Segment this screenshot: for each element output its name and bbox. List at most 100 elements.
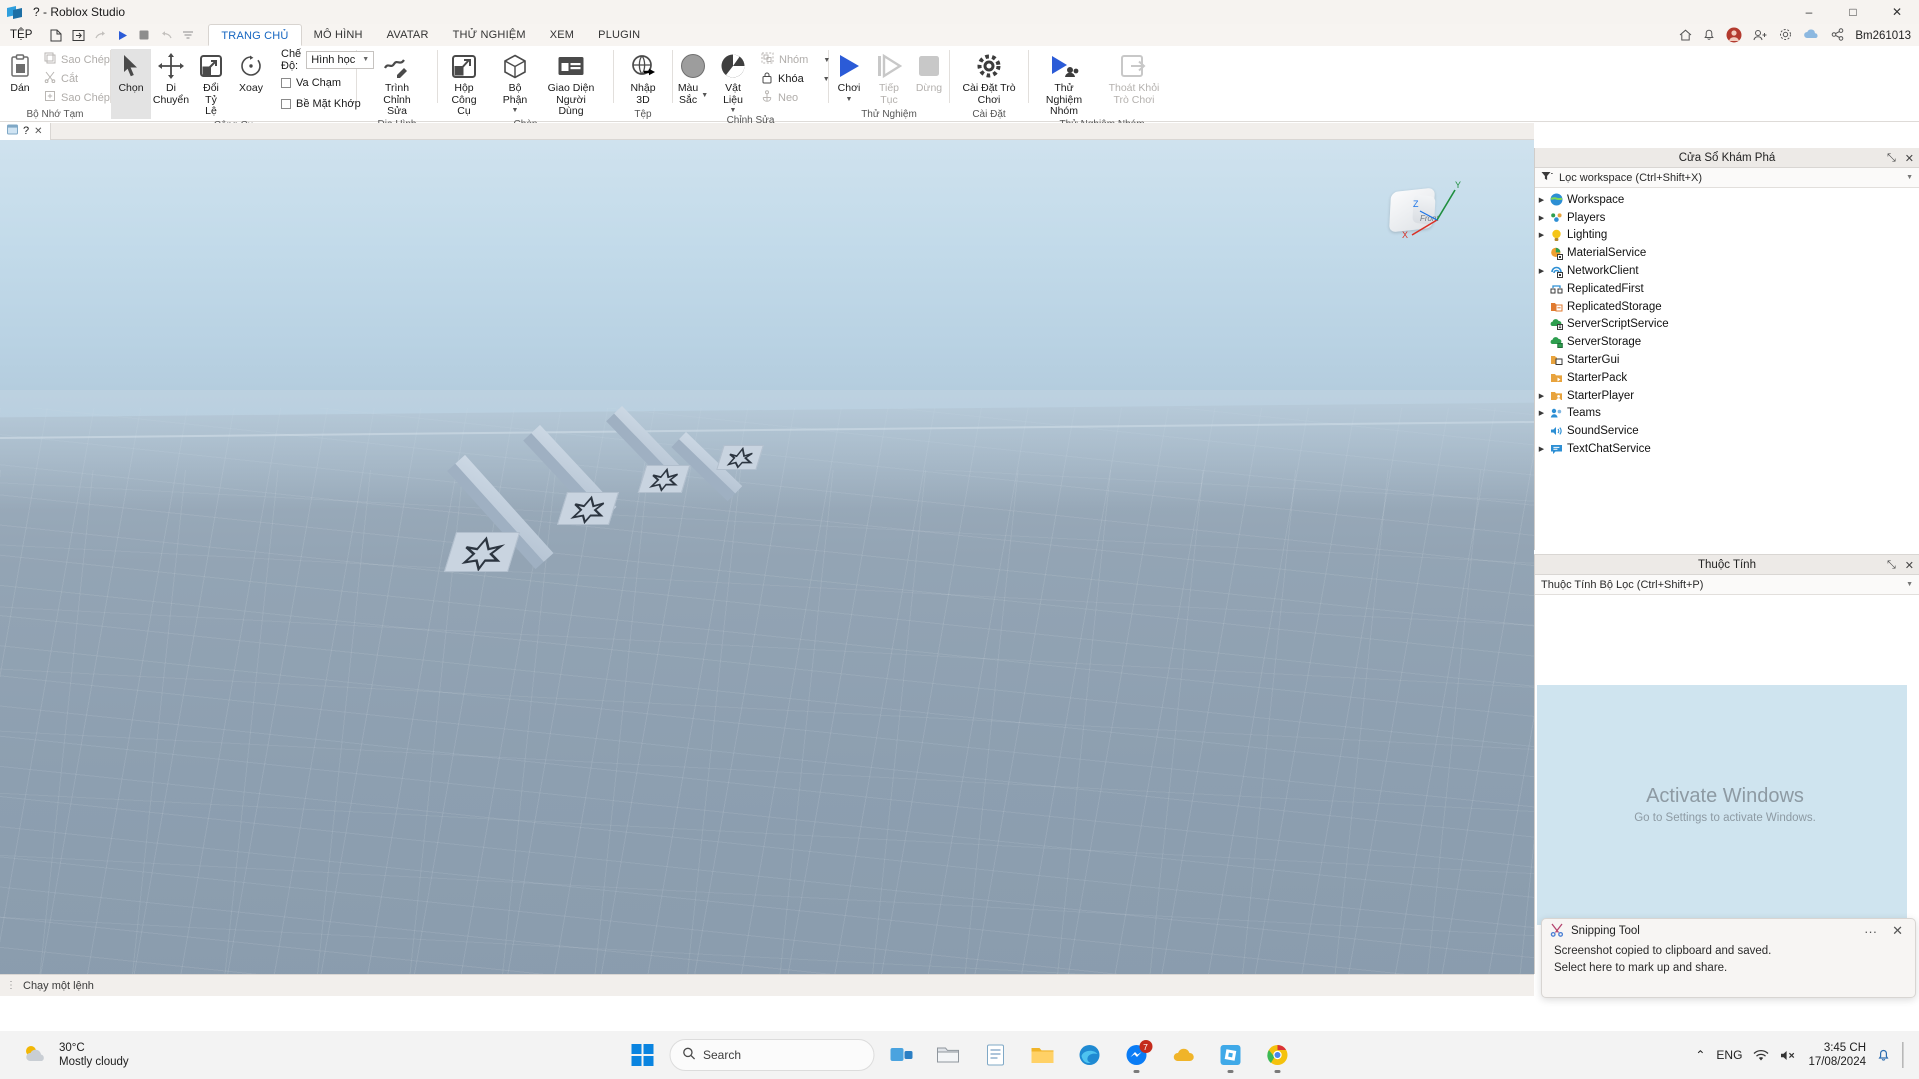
tree-item-soundservice[interactable]: ▶ SoundService (1535, 422, 1919, 440)
chevron-down-icon[interactable]: ▼ (512, 107, 519, 114)
chevron-down-icon[interactable]: ▼ (1906, 174, 1913, 181)
part-plate-star[interactable] (556, 492, 620, 525)
undo-icon[interactable] (156, 26, 176, 44)
expand-arrow-icon[interactable]: ▶ (1535, 445, 1548, 453)
messenger-icon[interactable]: 7 (1116, 1035, 1156, 1075)
chevron-down-icon[interactable]: ▼ (701, 92, 708, 99)
toast-close-button[interactable]: ✕ (1888, 923, 1907, 939)
terrain-editor-button[interactable]: Trình Chỉnh Sửa (367, 49, 427, 118)
expand-arrow-icon[interactable]: ▶ (1535, 214, 1548, 222)
chrome-browser-icon[interactable] (1257, 1035, 1297, 1075)
resume-button[interactable]: Tiếp Tục (869, 49, 909, 106)
tree-item-teams[interactable]: ▶ Teams (1535, 405, 1919, 423)
explorer-filter-bar[interactable]: Lọc workspace (Ctrl+Shift+X) ▼ (1535, 168, 1919, 188)
menu-file[interactable]: TỆP (0, 24, 42, 46)
home-icon[interactable] (1679, 29, 1692, 44)
tree-item-replicatedfirst[interactable]: ▶ ReplicatedFirst (1535, 280, 1919, 298)
tab-avatar[interactable]: AVATAR (375, 24, 441, 46)
cloud-app-icon[interactable] (1163, 1035, 1203, 1075)
explorer-filter-input[interactable]: Lọc workspace (Ctrl+Shift+X) (1559, 172, 1900, 184)
edge-browser-icon[interactable] (1069, 1035, 1109, 1075)
expand-arrow-icon[interactable]: ▶ (1535, 231, 1548, 239)
file-explorer-icon[interactable] (928, 1035, 968, 1075)
stop-button[interactable]: Dừng (909, 49, 949, 95)
wifi-icon[interactable] (1753, 1049, 1769, 1062)
part-plate-star[interactable] (443, 532, 521, 572)
tray-chevron-icon[interactable]: ⌃ (1695, 1048, 1705, 1062)
properties-filter-bar[interactable]: Thuộc Tính Bộ Lọc (Ctrl+Shift+P) ▼ (1535, 575, 1919, 595)
properties-filter-input[interactable]: Thuộc Tính Bộ Lọc (Ctrl+Shift+P) (1541, 579, 1900, 591)
chevron-down-icon[interactable]: ▼ (1906, 581, 1913, 588)
cloud-icon[interactable] (1803, 29, 1820, 43)
close-icon[interactable]: ✕ (34, 126, 42, 137)
expand-arrow-icon[interactable]: ▶ (1535, 409, 1548, 417)
share-icon[interactable] (1831, 28, 1844, 44)
material-button[interactable]: Vật Liệu ▼ (713, 49, 753, 114)
3d-viewport[interactable]: Front Y X Z (0, 140, 1534, 974)
game-settings-button[interactable]: Cài Đặt Trò Chơi (956, 49, 1022, 106)
taskbar-search-input[interactable]: Search (669, 1039, 874, 1071)
scale-tool-button[interactable]: Đổi Tỷ Lệ (191, 49, 231, 118)
tree-item-players[interactable]: ▶ Players (1535, 209, 1919, 227)
viewport-tab[interactable]: ? ✕ (0, 122, 51, 140)
tree-item-starterplayer[interactable]: ▶ StarterPlayer (1535, 387, 1919, 405)
drag-handle-icon[interactable]: ⋮ (6, 980, 17, 991)
tree-item-startergui[interactable]: ▶ StarterGui (1535, 351, 1919, 369)
copy-button[interactable]: Sao Chép (40, 50, 114, 69)
tab-xem[interactable]: XEM (538, 24, 586, 46)
taskbar-clock[interactable]: 3:45 CH 17/08/2024 (1808, 1041, 1866, 1069)
close-icon[interactable]: ✕ (1905, 152, 1914, 165)
tree-item-workspace[interactable]: ▶ Workspace (1535, 191, 1919, 209)
show-desktop-icon[interactable] (1901, 1042, 1905, 1068)
add-person-icon[interactable] (1753, 29, 1768, 44)
close-button[interactable]: ✕ (1875, 0, 1919, 24)
notepad-icon[interactable] (975, 1035, 1015, 1075)
expand-arrow-icon[interactable]: ▶ (1535, 196, 1548, 204)
part-plate-star[interactable] (637, 465, 691, 493)
roblox-studio-icon[interactable] (1210, 1035, 1250, 1075)
tree-item-materialservice[interactable]: ▶ MaterialService (1535, 244, 1919, 262)
play-icon[interactable] (112, 26, 132, 44)
new-file-icon[interactable] (46, 26, 66, 44)
avatar-icon[interactable] (1726, 27, 1742, 46)
tree-item-lighting[interactable]: ▶ Lighting (1535, 227, 1919, 245)
part-button[interactable]: Bộ Phận ▼ (490, 49, 540, 114)
folder-icon[interactable] (1022, 1035, 1062, 1075)
maximize-button[interactable]: □ (1831, 0, 1875, 24)
toast-more-button[interactable]: ··· (1860, 924, 1881, 939)
view-cube[interactable]: Front Y X Z (1382, 178, 1474, 266)
tree-item-networkclient[interactable]: ▶ NetworkClient (1535, 262, 1919, 280)
part-plate-star[interactable] (716, 445, 764, 470)
group-button[interactable]: Nhóm ▼ (757, 50, 834, 69)
volume-muted-icon[interactable] (1780, 1049, 1797, 1062)
expand-arrow-icon[interactable]: ▶ (1535, 392, 1548, 400)
undock-icon[interactable]: ⤡ (1887, 152, 1896, 165)
notification-bell-icon[interactable] (1877, 1048, 1890, 1062)
duplicate-button[interactable]: Sao Chép (40, 88, 114, 107)
command-bar-input[interactable]: Chạy một lệnh (23, 980, 94, 992)
leave-game-button[interactable]: Thoát Khỏi Trò Chơi (1099, 49, 1169, 106)
weather-widget[interactable]: 30°C Mostly cloudy (22, 1041, 129, 1069)
tab-mo-hinh[interactable]: MÔ HÌNH (302, 24, 375, 46)
tab-plugin[interactable]: PLUGIN (586, 24, 652, 46)
join-surfaces-checkbox[interactable] (281, 98, 291, 109)
toolbox-button[interactable]: Hộp Công Cụ (438, 49, 490, 118)
task-view-icon[interactable] (881, 1035, 921, 1075)
chevron-down-icon[interactable]: ▼ (730, 107, 737, 114)
expand-arrow-icon[interactable]: ▶ (1535, 267, 1548, 275)
open-file-icon[interactable] (68, 26, 88, 44)
color-button[interactable]: Màu Sắc ▼ (673, 49, 713, 106)
settings-gear-icon[interactable] (1779, 28, 1792, 44)
redo-icon[interactable] (90, 26, 110, 44)
snipping-tool-notification[interactable]: Snipping Tool ··· ✕ Screenshot copied to… (1541, 918, 1916, 998)
funnel-icon[interactable] (1541, 171, 1553, 184)
tree-item-serverstorage[interactable]: ▶ ServerStorage (1535, 333, 1919, 351)
tree-item-textchatservice[interactable]: ▶ TextChatService (1535, 440, 1919, 458)
cut-button[interactable]: Cắt (40, 69, 114, 88)
minimize-button[interactable]: – (1787, 0, 1831, 24)
chevron-down-icon[interactable]: ▼ (846, 96, 853, 103)
paste-button[interactable]: Dán (0, 49, 40, 95)
tree-item-replicatedstorage[interactable]: ▶ ReplicatedStorage (1535, 298, 1919, 316)
windows-start-icon[interactable] (622, 1035, 662, 1075)
stop-icon[interactable] (134, 26, 154, 44)
